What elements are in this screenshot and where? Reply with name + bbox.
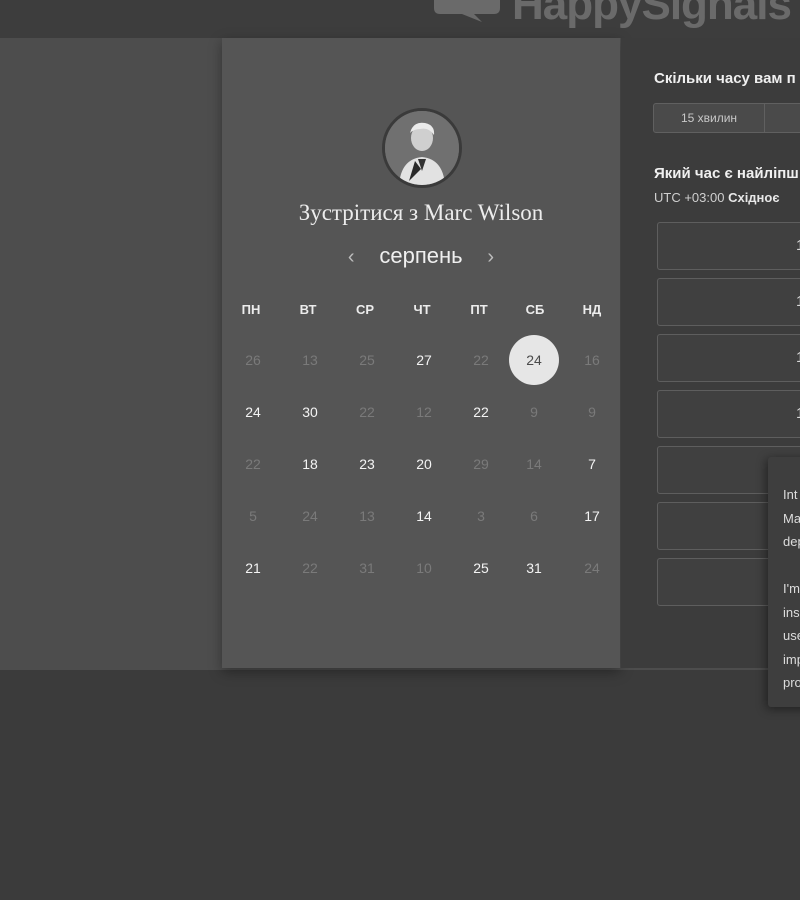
calendar-day[interactable]: 18 <box>285 439 335 489</box>
speech-bubble-icon <box>434 0 500 22</box>
calendar-day[interactable]: 22 <box>456 387 506 437</box>
popup-text-line: Int <box>783 487 798 502</box>
calendar-day: 9 <box>530 404 538 420</box>
calendar-day: 24 <box>302 508 318 524</box>
calendar-day: 26 <box>245 352 261 368</box>
calendar-day: 29 <box>473 456 489 472</box>
time-slot-button[interactable]: 1 <box>657 222 800 270</box>
calendar-day[interactable]: 24 <box>228 387 278 437</box>
calendar-day[interactable]: 30 <box>285 387 335 437</box>
calendar-day: 22 <box>245 456 261 472</box>
calendar-day: 9 <box>588 404 596 420</box>
calendar-day[interactable]: 14 <box>399 491 449 541</box>
calendar-day[interactable]: 21 <box>228 543 278 593</box>
calendar-day: 3 <box>477 508 485 524</box>
popup-text-line: ins <box>783 604 800 620</box>
top-bar: HappySignals <box>0 0 800 38</box>
timezone-label: UTC +03:00 Східноє <box>654 190 780 205</box>
time-slot-label: 1 <box>796 293 800 310</box>
duration-option[interactable]: 30 <box>765 104 800 132</box>
time-slot-label: 1 <box>796 237 800 254</box>
popup-text-line: imp <box>783 651 800 667</box>
calendar-day: 16 <box>584 352 600 368</box>
calendar-day: 12 <box>416 404 432 420</box>
calendar-day: 14 <box>526 456 542 472</box>
calendar-day[interactable]: 20 <box>399 439 449 489</box>
selected-day[interactable]: 24 <box>509 335 559 385</box>
calendar-day: 24 <box>584 560 600 576</box>
calendar-day: 13 <box>359 508 375 524</box>
brand-name: HappySignals <box>512 0 792 29</box>
calendar-day: 22 <box>302 560 318 576</box>
calendar-day: 25 <box>359 352 375 368</box>
popup-text-line: pro <box>783 675 800 690</box>
calendar-day[interactable]: 25 <box>456 543 506 593</box>
calendar-day: 22 <box>359 404 375 420</box>
time-slot-button[interactable]: 1 <box>657 390 800 438</box>
time-slot-label: 1 <box>796 405 800 422</box>
calendar-day[interactable]: 17 <box>567 491 617 541</box>
calendar-day: 13 <box>302 352 318 368</box>
popup-text-line: Ma <box>783 510 800 526</box>
info-popup: Int Ma dep I'm ins use imp pro <box>768 457 800 707</box>
popup-text-line: use <box>783 628 800 643</box>
duration-selector: 15 хвилин 30 <box>653 103 800 133</box>
duration-option[interactable]: 15 хвилин <box>654 104 765 132</box>
calendar-day[interactable]: 27 <box>399 335 449 385</box>
calendar-day: 10 <box>416 560 432 576</box>
calendar-day: 5 <box>249 508 257 524</box>
timezone-name: Східноє <box>728 190 780 205</box>
calendar-grid: 26 13 25 27 22 24 16 24 30 22 12 22 9 9 22 18 23 20 29 14 7 5… <box>222 38 620 668</box>
calendar-day[interactable]: 23 <box>342 439 392 489</box>
duration-question: Скільки часу вам п <box>654 70 796 87</box>
calendar-day[interactable]: 31 <box>509 543 559 593</box>
popup-text-line: I'm <box>783 581 800 596</box>
timezone-offset: UTC +03:00 <box>654 190 725 205</box>
time-question: Який час є найліпш <box>654 165 799 182</box>
calendar-day: 22 <box>473 352 489 368</box>
calendar-day[interactable]: 7 <box>567 439 617 489</box>
calendar-card: Зустрітися з Marc Wilson ‹ серпень › ПН … <box>222 38 620 668</box>
time-slot-button[interactable]: 1 <box>657 334 800 382</box>
time-slot-label: 1 <box>796 349 800 366</box>
calendar-day: 6 <box>530 508 538 524</box>
time-slot-button[interactable]: 1 <box>657 278 800 326</box>
popup-text-line: dep <box>783 534 800 549</box>
calendar-day: 31 <box>359 560 375 576</box>
